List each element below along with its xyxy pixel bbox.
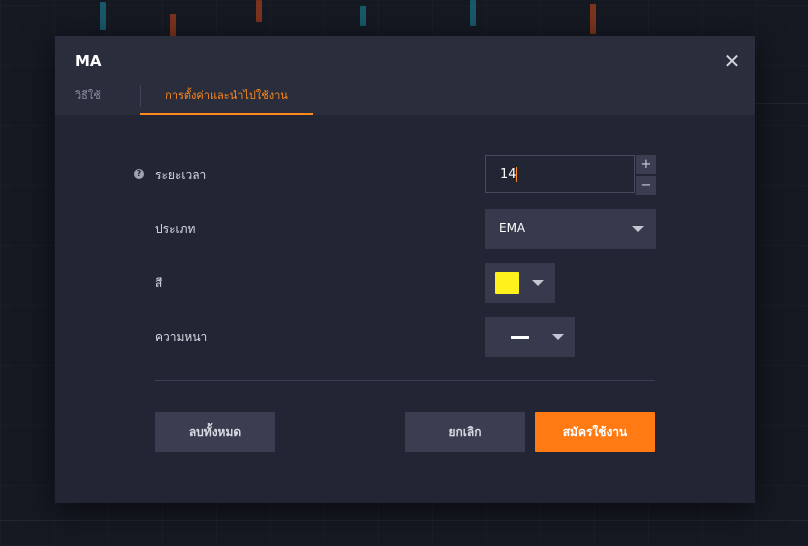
dialog-title: MA (75, 52, 102, 70)
color-label: สี (155, 276, 163, 290)
dialog-header: MA ✕ วิธีใช้ การตั้งค่าและนำไปใช้งาน (55, 36, 755, 115)
tab-bar: วิธีใช้ การตั้งค่าและนำไปใช้งาน (55, 80, 755, 115)
type-label: ประเภท (155, 222, 196, 236)
backdrop-candle (100, 2, 106, 30)
apply-button[interactable]: สมัครใช้งาน (535, 412, 655, 452)
color-select[interactable] (485, 263, 555, 303)
ma-settings-dialog: MA ✕ วิธีใช้ การตั้งค่าและนำไปใช้งาน ? ร… (55, 36, 755, 503)
thickness-label: ความหนา (155, 330, 208, 344)
chevron-down-icon (532, 280, 544, 286)
backdrop-candle (256, 0, 262, 22)
close-icon[interactable]: ✕ (721, 50, 743, 72)
line-thickness-preview (511, 336, 529, 339)
text-caret (516, 167, 517, 182)
chevron-down-icon (632, 226, 644, 232)
backdrop-gridline (0, 520, 808, 521)
reset-all-button[interactable]: ลบทั้งหมด (155, 412, 275, 452)
backdrop-gridline (755, 103, 808, 104)
period-input[interactable] (485, 155, 635, 193)
chevron-down-icon (552, 334, 564, 340)
cancel-button[interactable]: ยกเลิก (405, 412, 525, 452)
backdrop-candle (590, 4, 596, 34)
tab-how-to-use[interactable]: วิธีใช้ (75, 80, 119, 115)
help-icon[interactable]: ? (134, 169, 144, 179)
form-separator (155, 380, 655, 381)
backdrop-candle (470, 0, 476, 26)
period-increment-button[interactable]: + (636, 155, 656, 174)
backdrop-candle (360, 6, 366, 26)
type-select-value: EMA (499, 221, 526, 235)
thickness-select[interactable] (485, 317, 575, 357)
type-select[interactable]: EMA (485, 209, 656, 249)
period-decrement-button[interactable]: − (636, 176, 656, 195)
color-swatch (495, 272, 519, 294)
period-label: ระยะเวลา (155, 168, 207, 182)
tab-settings-and-apply[interactable]: การตั้งค่าและนำไปใช้งาน (140, 80, 313, 115)
